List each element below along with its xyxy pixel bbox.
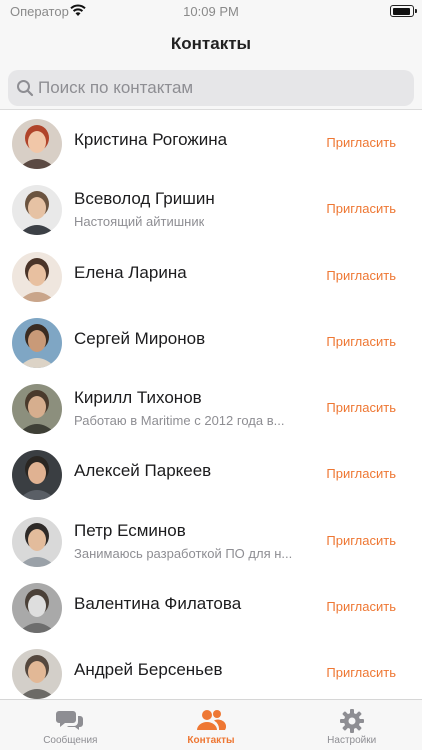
- contact-status: Занимаюсь разработкой ПО для н...: [74, 545, 293, 561]
- contact-name: Елена Ларина: [74, 262, 187, 282]
- contact-row[interactable]: Петр Есминов Занимаюсь разработкой ПО для…: [0, 509, 422, 575]
- avatar: [12, 251, 62, 302]
- tab-bar: Сообщения Контакты Настройки: [0, 699, 422, 750]
- avatar: [12, 583, 62, 634]
- tab-messages[interactable]: Сообщения: [0, 700, 141, 750]
- invite-button[interactable]: Пригласить: [326, 533, 396, 548]
- tab-contacts[interactable]: Контакты: [141, 700, 282, 750]
- contact-name: Сергей Миронов: [74, 328, 206, 348]
- contact-name: Всеволод Гришин: [74, 189, 215, 209]
- invite-button[interactable]: Пригласить: [326, 268, 396, 283]
- navigation-bar: Контакты: [0, 24, 422, 64]
- avatar: [12, 450, 62, 501]
- people-icon: [196, 708, 227, 737]
- tab-label: Настройки: [327, 735, 377, 746]
- contact-status: Настоящий айтишник: [74, 214, 205, 230]
- page-title: Контакты: [170, 34, 252, 53]
- contact-name: Алексей Паркеев: [74, 461, 212, 481]
- invite-button[interactable]: Пригласить: [326, 400, 396, 415]
- search-icon: [16, 79, 34, 102]
- avatar: [12, 649, 62, 699]
- contact-status: Работаю в Maritime с 2012 года в...: [74, 413, 285, 429]
- contact-row[interactable]: Елена Ларина Пригласить: [0, 244, 422, 310]
- invite-button[interactable]: Пригласить: [326, 334, 396, 349]
- avatar: [12, 384, 62, 435]
- avatar: [12, 516, 62, 567]
- search-input[interactable]: [38, 70, 404, 106]
- tab-settings[interactable]: Настройки: [281, 700, 422, 750]
- avatar: [12, 317, 62, 368]
- contact-name: Валентина Филатова: [74, 594, 242, 614]
- contact-row[interactable]: Валентина Филатова Пригласить: [0, 575, 422, 641]
- contact-row[interactable]: Кирилл Тихонов Работаю в Maritime с 2012 …: [0, 376, 422, 442]
- invite-button[interactable]: Пригласить: [326, 599, 396, 614]
- status-time: 10:09 PM: [183, 4, 239, 19]
- contact-row[interactable]: Алексей Паркеев Пригласить: [0, 442, 422, 508]
- contact-name: Андрей Берсеньев: [74, 660, 223, 680]
- search-field[interactable]: [8, 70, 414, 106]
- invite-button[interactable]: Пригласить: [326, 135, 396, 150]
- invite-button[interactable]: Пригласить: [326, 665, 396, 680]
- battery-icon: [390, 5, 417, 17]
- contact-name: Кристина Рогожина: [74, 130, 228, 149]
- avatar: [12, 185, 62, 236]
- contact-row[interactable]: Всеволод Гришин Настоящий айтишник Приглас…: [0, 177, 422, 243]
- contact-name: Петр Есминов: [74, 520, 186, 540]
- status-bar: Оператор 10:09 PM: [0, 0, 422, 24]
- contact-row[interactable]: Андрей Берсеньев Пригласить: [0, 641, 422, 699]
- contact-row[interactable]: Кристина Рогожина Пригласить: [0, 111, 422, 177]
- contact-name: Кирилл Тихонов: [74, 388, 202, 408]
- contact-row[interactable]: Сергей Миронов Пригласить: [0, 310, 422, 376]
- chat-bubbles-icon: [56, 708, 84, 737]
- contact-list[interactable]: Кристина Рогожина Пригласить Всеволод Гриш…: [0, 111, 422, 699]
- invite-button[interactable]: Пригласить: [326, 201, 396, 216]
- tab-label: Контакты: [187, 735, 235, 746]
- invite-button[interactable]: Пригласить: [326, 466, 396, 481]
- battery-level: [392, 7, 410, 15]
- avatar: [12, 119, 62, 169]
- search-bar: [0, 64, 422, 110]
- tab-label: Сообщения: [43, 735, 98, 746]
